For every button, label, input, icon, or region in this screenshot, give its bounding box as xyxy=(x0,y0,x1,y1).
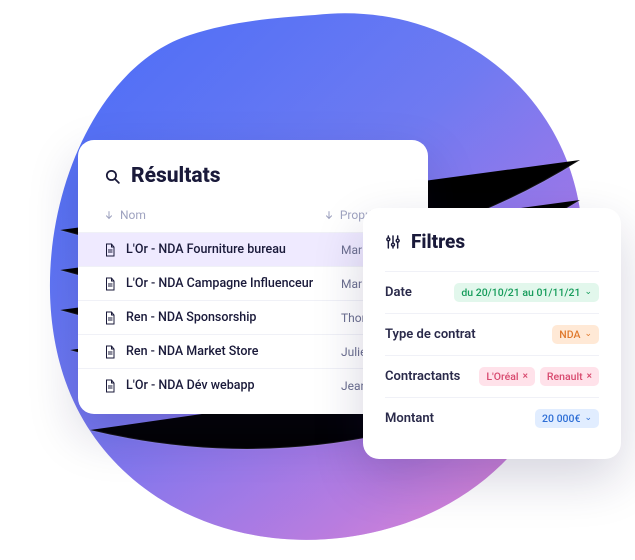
row-name: Ren - NDA Market Store xyxy=(126,344,331,359)
filter-row-contract-type: Type de contrat NDA ⌄ xyxy=(385,313,599,355)
close-icon[interactable]: × xyxy=(587,372,592,382)
document-icon xyxy=(104,243,116,257)
filter-chip-date[interactable]: du 20/10/21 au 01/11/21 ⌄ xyxy=(454,283,599,302)
filter-chip-date-text: du 20/10/21 au 01/11/21 xyxy=(461,286,580,299)
filter-label-contract-type: Type de contrat xyxy=(385,327,476,342)
filters-card: Filtres Date du 20/10/21 au 01/11/21 ⌄ T… xyxy=(363,208,621,459)
filter-chip-amount[interactable]: 20 000€ ⌄ xyxy=(535,409,599,428)
row-name: Ren - NDA Sponsorship xyxy=(126,310,331,325)
row-name: L'Or - NDA Campagne Influenceur xyxy=(126,276,331,291)
filter-label-contractors: Contractants xyxy=(385,369,460,384)
sliders-icon xyxy=(385,234,401,250)
filter-row-contractors: Contractants L'Oréal × Renault × xyxy=(385,355,599,397)
chevron-down-icon: ⌄ xyxy=(584,330,592,339)
document-icon xyxy=(104,311,116,325)
filters-title: Filtres xyxy=(411,230,465,253)
filter-label-date: Date xyxy=(385,285,412,300)
filter-row-amount: Montant 20 000€ ⌄ xyxy=(385,397,599,439)
document-icon xyxy=(104,345,116,359)
filter-chip-contractor-1-text: L'Oréal xyxy=(486,370,518,383)
filter-chip-contract-type-text: NDA xyxy=(559,328,580,341)
chevron-down-icon: ⌄ xyxy=(584,288,592,297)
document-icon xyxy=(104,277,116,291)
filter-chip-contractor-2[interactable]: Renault × xyxy=(540,367,599,386)
results-title: Résultats xyxy=(131,164,221,188)
column-name-header[interactable]: Nom xyxy=(104,208,316,222)
row-name: L'Or - NDA Dév webapp xyxy=(126,378,331,393)
filter-chip-contractor-1[interactable]: L'Oréal × xyxy=(479,367,535,386)
filter-label-amount: Montant xyxy=(385,411,434,426)
column-name-label: Nom xyxy=(120,208,146,222)
search-icon xyxy=(104,168,121,185)
filter-row-date: Date du 20/10/21 au 01/11/21 ⌄ xyxy=(385,271,599,313)
results-header: Résultats xyxy=(78,164,428,202)
filters-header: Filtres xyxy=(385,230,599,253)
filter-chip-contractor-2-text: Renault xyxy=(547,370,583,383)
row-name: L'Or - NDA Fourniture bureau xyxy=(126,242,331,257)
filter-chip-amount-text: 20 000€ xyxy=(542,412,580,425)
sort-down-icon xyxy=(104,210,114,220)
filter-chip-contract-type[interactable]: NDA ⌄ xyxy=(552,325,599,344)
chevron-down-icon: ⌄ xyxy=(584,414,592,423)
close-icon[interactable]: × xyxy=(523,372,528,382)
sort-down-icon xyxy=(324,210,334,220)
document-icon xyxy=(104,379,116,393)
